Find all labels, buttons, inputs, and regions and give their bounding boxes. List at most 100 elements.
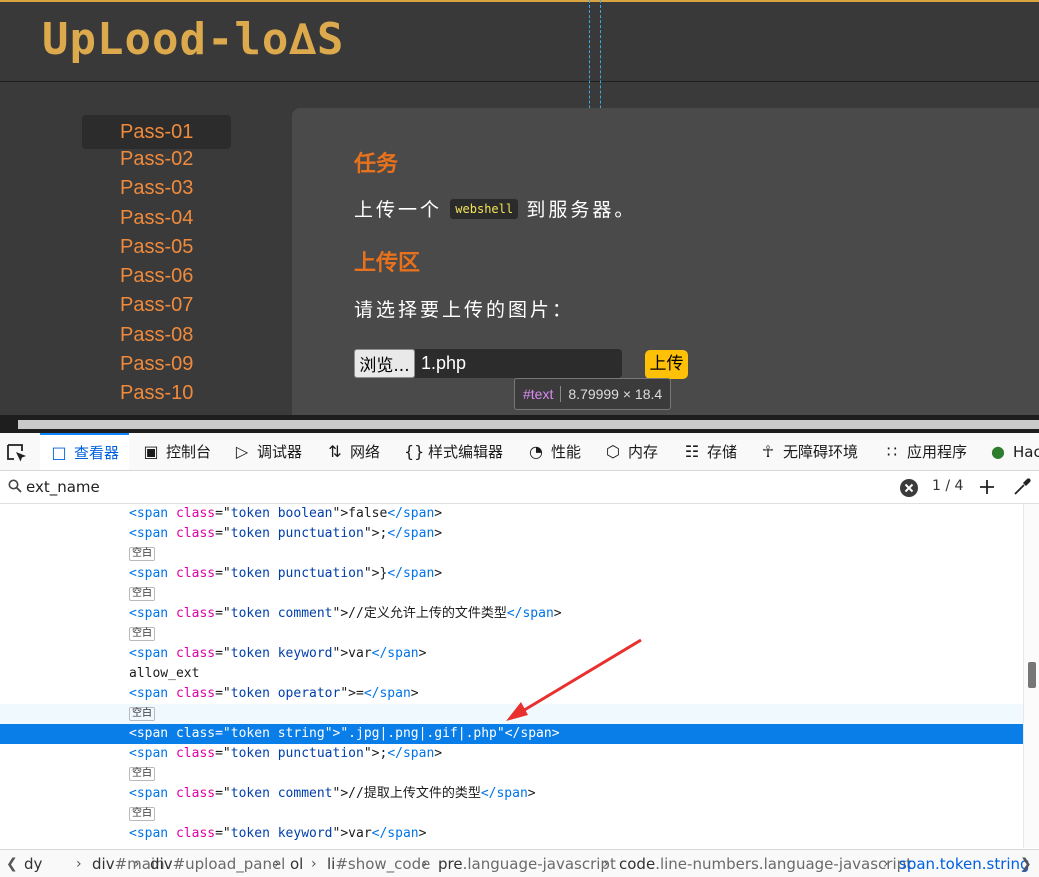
whitespace-badge[interactable]: 空白 xyxy=(129,807,155,821)
breadcrumb-li[interactable]: li#show_code xyxy=(327,850,430,877)
markup-node[interactable]: 空白 xyxy=(0,804,1023,824)
node-text: //提取上传文件的类型 xyxy=(348,786,481,801)
tab-application[interactable]: ∷ 应用程序 xyxy=(883,433,967,470)
menu-item-pass-08[interactable]: Pass-08 xyxy=(82,321,231,350)
markup-search-input[interactable] xyxy=(26,476,626,498)
breadcrumb-separator-icon: › xyxy=(134,856,140,872)
whitespace-badge[interactable]: 空白 xyxy=(129,707,155,721)
tab-debugger[interactable]: ▷ 调试器 xyxy=(233,433,302,470)
menu-item-pass-07[interactable]: Pass-07 xyxy=(82,291,231,320)
site-logo[interactable]: UpLood-lo∆S xyxy=(42,14,344,65)
menu-item-pass-01[interactable]: Pass-01 xyxy=(82,115,231,149)
browse-button[interactable]: 浏览... xyxy=(354,349,415,378)
breadcrumb-separator-icon: › xyxy=(76,856,82,872)
network-icon: ⇅ xyxy=(328,442,342,461)
page-horizontal-scrollbar[interactable] xyxy=(0,415,1039,433)
site-header: UpLood-lo∆S xyxy=(0,0,1039,82)
markup-node[interactable]: <span class="token comment">//定义允许上传的文件类… xyxy=(0,604,1023,624)
menu-item-pass-02[interactable]: Pass-02 xyxy=(82,145,231,174)
breadcrumb-scroll-left-icon[interactable]: ❮ xyxy=(6,850,18,877)
markup-node[interactable]: <span class="token keyword">var</span> xyxy=(0,824,1023,844)
whitespace-badge[interactable]: 空白 xyxy=(129,547,155,561)
web-page: UpLood-lo∆S Pass-01 Pass-02 Pass-03 Pass-04… xyxy=(0,0,1039,415)
scrollbar-thumb[interactable] xyxy=(18,420,1039,429)
breadcrumb-dy[interactable]: dy xyxy=(24,850,42,877)
devtools-toolbar: □ 查看器 ▣ 控制台 ▷ 调试器 ⇅ 网络 {} 样式编辑器 ◔ 性能 ⬡ 内存 ☷ 存储 ☥ 无障碍环境 ∷ 应用… xyxy=(0,433,1039,471)
upload-area-title: 上传区 xyxy=(354,250,421,275)
tab-memory[interactable]: ⬡ 内存 xyxy=(604,433,658,470)
markup-node[interactable]: <span class="token comment">//提取上传文件的类型<… xyxy=(0,784,1023,804)
search-icon xyxy=(8,479,22,493)
breadcrumb-span.token.string[interactable]: span.token.string xyxy=(899,850,1030,877)
menu-item-pass-04[interactable]: Pass-04 xyxy=(82,204,231,233)
tab-console[interactable]: ▣ 控制台 xyxy=(142,433,211,470)
webshell-code: webshell xyxy=(450,199,519,219)
whitespace-badge[interactable]: 空白 xyxy=(129,587,155,601)
markup-node[interactable]: <span class="token punctuation">}</span> xyxy=(0,564,1023,584)
node-text: false xyxy=(348,506,388,521)
scrollbar-thumb[interactable] xyxy=(1028,662,1036,688)
tab-storage[interactable]: ☷ 存储 xyxy=(683,433,737,470)
breadcrumb-ol[interactable]: ol xyxy=(290,850,303,877)
tab-style-editor[interactable]: {} 样式编辑器 xyxy=(404,433,503,470)
selected-markup-node[interactable]: <span class="token string">".jpg|.png|.g… xyxy=(0,724,1023,744)
whitespace-badge[interactable]: 空白 xyxy=(129,627,155,641)
menu-item-pass-09[interactable]: Pass-09 xyxy=(82,350,231,379)
node-text: var xyxy=(348,646,372,661)
markup-node[interactable]: <span class="token boolean">false</span> xyxy=(0,504,1023,524)
tab-hackbar[interactable]: ● Hac xyxy=(989,433,1039,470)
menu-item-pass-05[interactable]: Pass-05 xyxy=(82,233,231,262)
markup-node[interactable]: <span class="token operator">=</span> xyxy=(0,684,1023,704)
element-picker-icon[interactable] xyxy=(6,442,28,464)
markup-node[interactable]: 空白 xyxy=(0,764,1023,784)
add-node-icon[interactable] xyxy=(977,477,997,497)
node-text: //定义允许上传的文件类型 xyxy=(348,606,507,621)
markup-search-bar: 1 / 4 xyxy=(0,471,1039,504)
performance-icon: ◔ xyxy=(529,442,543,461)
inspector-icon: □ xyxy=(51,443,67,462)
node-size-tooltip: #text 8.79999 × 18.4 xyxy=(514,378,672,410)
breadcrumb-separator-icon: › xyxy=(274,856,280,872)
upload-button[interactable]: 上传 xyxy=(645,350,688,379)
memory-icon: ⬡ xyxy=(606,442,620,461)
search-match-count: 1 / 4 xyxy=(932,478,964,494)
markup-vertical-scrollbar[interactable] xyxy=(1023,504,1039,848)
markup-node[interactable]: 空白 xyxy=(0,544,1023,564)
breadcrumb-separator-icon: › xyxy=(883,856,889,872)
storage-icon: ☷ xyxy=(684,442,700,461)
tab-performance[interactable]: ◔ 性能 xyxy=(527,433,581,470)
breadcrumb-scroll-right-icon[interactable]: ❯ xyxy=(1020,850,1032,877)
breadcrumb-separator-icon: › xyxy=(422,856,428,872)
markup-node[interactable]: 空白 xyxy=(0,624,1023,644)
whitespace-badge[interactable]: 空白 xyxy=(129,767,155,781)
breadcrumb-separator-icon: › xyxy=(311,856,317,872)
breadcrumb-div[interactable]: div#upload_panel xyxy=(150,850,285,877)
upload-panel: 任务 上传一个 webshell 到服务器。 上传区 请选择要上传的图片： 浏览… xyxy=(292,108,1039,415)
tab-inspector[interactable]: □ 查看器 xyxy=(40,433,130,470)
task-title: 任务 xyxy=(354,151,399,176)
tab-network[interactable]: ⇅ 网络 xyxy=(326,433,380,470)
breadcrumb-pre[interactable]: pre.language-javascript xyxy=(438,850,616,877)
application-icon: ∷ xyxy=(886,442,898,461)
menu-item-pass-06[interactable]: Pass-06 xyxy=(82,262,231,291)
hackbar-icon: ● xyxy=(991,442,1005,461)
clear-search-icon[interactable] xyxy=(899,478,919,498)
node-text: = xyxy=(356,686,364,701)
markup-node[interactable]: <span class="token punctuation">;</span> xyxy=(0,744,1023,764)
markup-node[interactable]: 空白 xyxy=(0,704,1023,724)
markup-node[interactable]: 空白 xyxy=(0,584,1023,604)
menu-item-pass-03[interactable]: Pass-03 xyxy=(82,174,231,203)
markup-view: <span class="token boolean">false</span>… xyxy=(0,504,1023,848)
breadcrumb-code[interactable]: code.line-numbers.language-javascript xyxy=(619,850,912,877)
breadcrumb-separator-icon: › xyxy=(603,856,609,872)
node-breadcrumbs: ❮ dy › div#main › div#upload_panel › ol › li#show… xyxy=(0,849,1039,877)
markup-node[interactable]: allow_ext xyxy=(0,664,1023,684)
menu-item-pass-10[interactable]: Pass-10 xyxy=(82,379,231,408)
task-description: 上传一个 webshell 到服务器。 xyxy=(354,199,637,221)
markup-node[interactable]: <span class="token keyword">var</span> xyxy=(0,644,1023,664)
tab-accessibility[interactable]: ☥ 无障碍环境 xyxy=(759,433,858,470)
markup-node[interactable]: <span class="token punctuation">;</span> xyxy=(0,524,1023,544)
pass-menu: Pass-01 Pass-02 Pass-03 Pass-04 Pass-05 Pass-… xyxy=(82,115,231,409)
node-text: var xyxy=(348,826,372,841)
eyedropper-icon[interactable] xyxy=(1012,477,1032,497)
